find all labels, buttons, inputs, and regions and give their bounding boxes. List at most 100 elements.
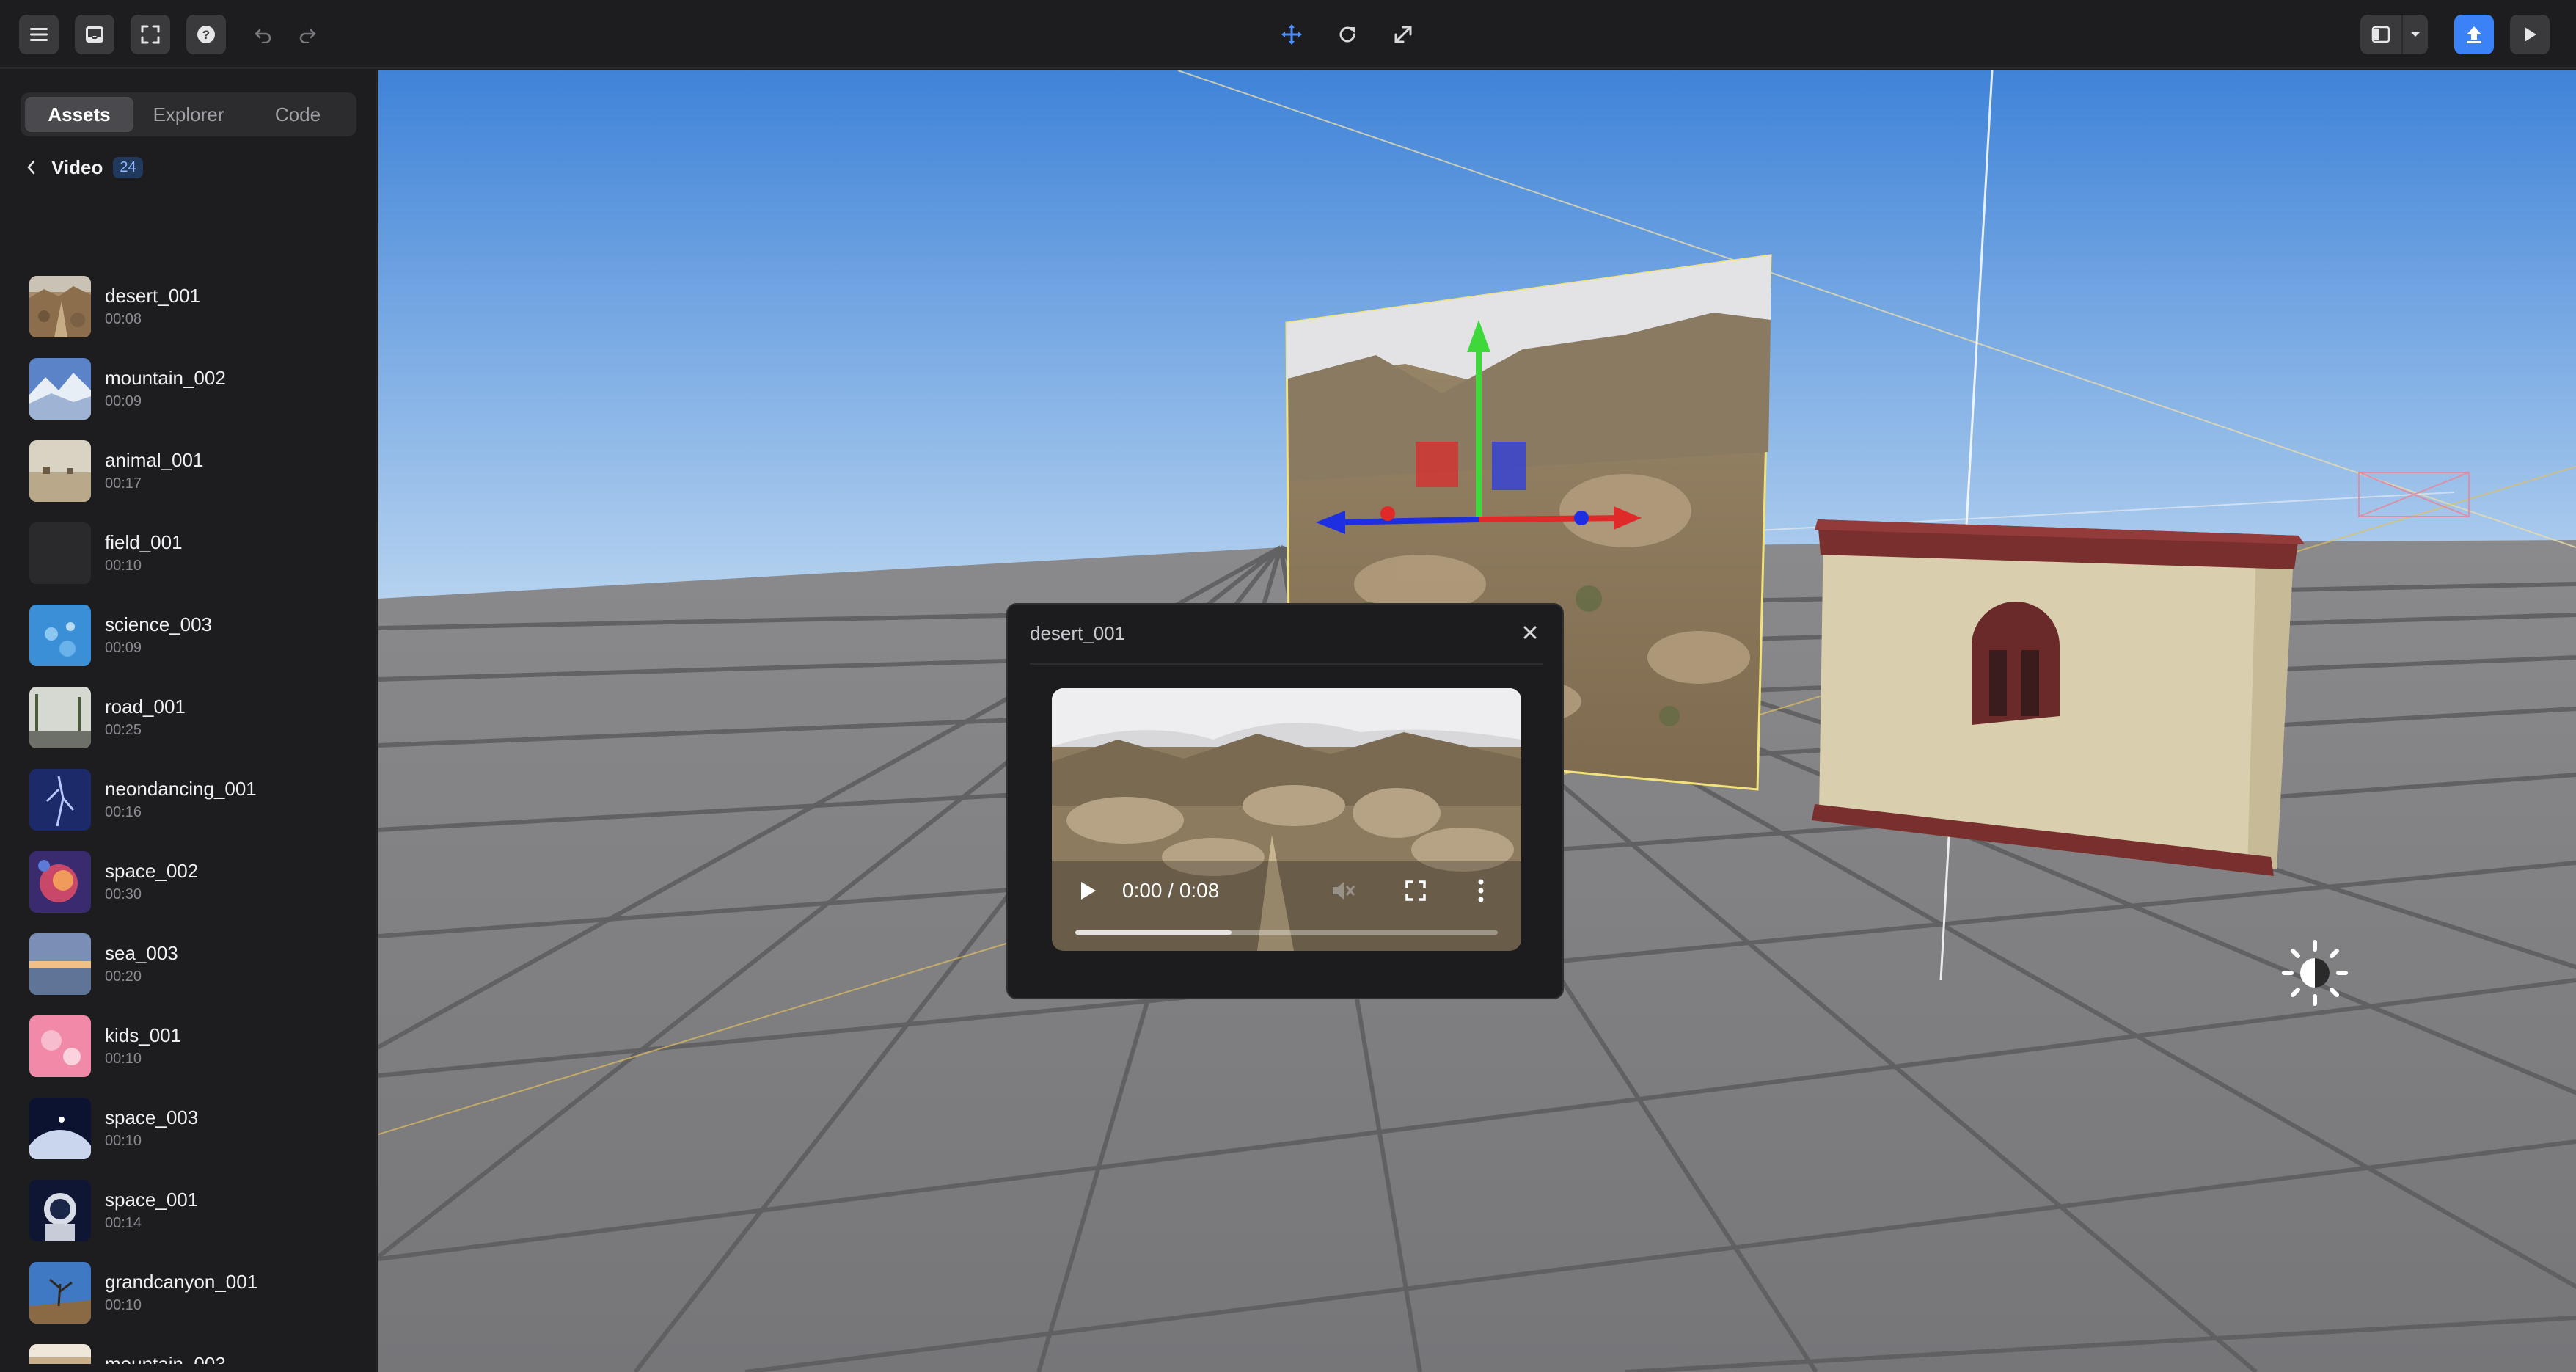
asset-thumbnail	[29, 851, 91, 913]
light-icon[interactable]	[2280, 938, 2350, 1008]
asset-name: mountain_002	[105, 367, 226, 389]
fullscreen-icon[interactable]	[1404, 879, 1427, 902]
asset-duration: 00:10	[105, 1051, 142, 1067]
tab-assets[interactable]: Assets	[25, 97, 133, 132]
asset-item[interactable]: space_002 00:30	[29, 851, 352, 914]
asset-duration: 00:25	[105, 722, 142, 738]
asset-item[interactable]: desert_001 00:08	[29, 276, 352, 339]
asset-thumbnail	[29, 1262, 91, 1324]
layout-toggle-group	[2360, 15, 2428, 54]
scale-tool-button[interactable]	[1383, 15, 1423, 54]
video-player[interactable]: 0:00 / 0:08	[1052, 688, 1521, 951]
asset-duration: 00:17	[105, 475, 142, 492]
undo-button[interactable]	[244, 15, 283, 54]
video-controls: 0:00 / 0:08	[1052, 861, 1521, 951]
menu-icon	[30, 28, 48, 41]
folder-title: Video	[51, 156, 103, 178]
editor-app: ? Assets Explorer Code Video 24 desert_0…	[0, 0, 2576, 1372]
asset-item[interactable]: neondancing_001 00:16	[29, 769, 352, 832]
asset-thumbnail	[29, 440, 91, 502]
video-preview-dialog: desert_001 0:00 / 0:08	[1006, 603, 1564, 999]
asset-thumbnail	[29, 1098, 91, 1159]
tab-code[interactable]: Code	[244, 97, 352, 132]
publish-button[interactable]	[2454, 15, 2494, 54]
asset-item[interactable]: space_001 00:14	[29, 1180, 352, 1243]
asset-name: space_002	[105, 860, 199, 882]
asset-name: desert_001	[105, 285, 201, 307]
asset-duration: 00:10	[105, 1297, 142, 1313]
inbox-icon	[86, 26, 103, 43]
asset-name: mountain_003	[105, 1353, 226, 1364]
asset-name: science_003	[105, 613, 212, 635]
asset-thumbnail	[29, 276, 91, 337]
rotate-tool-button[interactable]	[1328, 15, 1367, 54]
asset-name: neondancing_001	[105, 778, 257, 800]
focus-button[interactable]	[131, 15, 170, 54]
move-tool-button[interactable]	[1272, 15, 1311, 54]
layout-menu-button[interactable]	[2401, 15, 2428, 54]
video-buffer-fill	[1075, 930, 1232, 935]
redo-button[interactable]	[288, 15, 327, 54]
back-button[interactable]	[21, 151, 41, 183]
mute-icon[interactable]	[1331, 879, 1355, 902]
focus-icon	[141, 25, 160, 44]
chevron-left-icon	[27, 160, 35, 175]
publish-icon	[2467, 26, 2481, 43]
asset-name: road_001	[105, 696, 186, 718]
asset-duration: 00:10	[105, 558, 142, 574]
play-icon	[2525, 27, 2536, 42]
asset-duration: 00:16	[105, 804, 142, 820]
asset-item[interactable]: science_003 00:09	[29, 605, 352, 668]
asset-item[interactable]: animal_001 00:17	[29, 440, 352, 503]
asset-duration: 00:14	[105, 1215, 142, 1231]
asset-name: grandcanyon_001	[105, 1271, 258, 1293]
sidebar: Assets Explorer Code Video 24 desert_001…	[0, 70, 377, 1372]
asset-item[interactable]: space_003 00:10	[29, 1098, 352, 1161]
asset-thumbnail	[29, 1180, 91, 1241]
svg-text:?: ?	[202, 28, 210, 42]
asset-item[interactable]: field_001 00:10	[29, 522, 352, 585]
asset-item[interactable]: sea_003 00:20	[29, 933, 352, 996]
top-toolbar: ?	[0, 0, 2576, 69]
asset-name: space_001	[105, 1189, 199, 1211]
chevron-down-icon	[2411, 32, 2420, 37]
folder-count-badge: 24	[113, 156, 143, 178]
asset-duration: 00:20	[105, 968, 142, 985]
dialog-divider	[1030, 663, 1543, 665]
redo-icon	[299, 29, 316, 43]
layout-button[interactable]	[2360, 15, 2401, 54]
asset-thumbnail	[29, 358, 91, 420]
asset-thumbnail	[29, 769, 91, 831]
asset-duration: 00:10	[105, 1133, 142, 1149]
close-button[interactable]	[1515, 618, 1545, 647]
inbox-button[interactable]	[75, 15, 114, 54]
close-icon	[1523, 626, 1537, 639]
asset-item[interactable]: grandcanyon_001 00:10	[29, 1262, 352, 1325]
sidebar-tabs: Assets Explorer Code	[21, 92, 356, 136]
asset-thumbnail	[29, 522, 91, 584]
asset-item[interactable]: mountain_002 00:09	[29, 358, 352, 421]
tab-explorer[interactable]: Explorer	[134, 97, 243, 132]
asset-thumbnail	[29, 1344, 91, 1364]
move-icon	[1281, 24, 1302, 45]
asset-item[interactable]: mountain_003	[29, 1344, 352, 1364]
asset-name: space_003	[105, 1106, 199, 1128]
rotate-icon	[1339, 26, 1355, 43]
asset-thumbnail	[29, 933, 91, 995]
more-options-icon[interactable]	[1476, 877, 1486, 904]
dialog-title: desert_001	[1030, 622, 1126, 644]
asset-duration: 00:30	[105, 886, 142, 902]
asset-item[interactable]: kids_001 00:10	[29, 1015, 352, 1079]
video-time: 0:00 / 0:08	[1122, 879, 1220, 902]
menu-button[interactable]	[19, 15, 59, 54]
undo-icon	[255, 29, 271, 43]
video-progress-bar[interactable]	[1075, 930, 1498, 935]
asset-duration: 00:08	[105, 311, 142, 327]
asset-name: sea_003	[105, 942, 178, 964]
play-icon[interactable]	[1078, 880, 1097, 901]
play-button[interactable]	[2510, 15, 2550, 54]
help-button[interactable]: ?	[186, 15, 226, 54]
asset-item[interactable]: road_001 00:25	[29, 687, 352, 750]
asset-name: kids_001	[105, 1024, 182, 1046]
scale-icon	[1394, 26, 1412, 43]
